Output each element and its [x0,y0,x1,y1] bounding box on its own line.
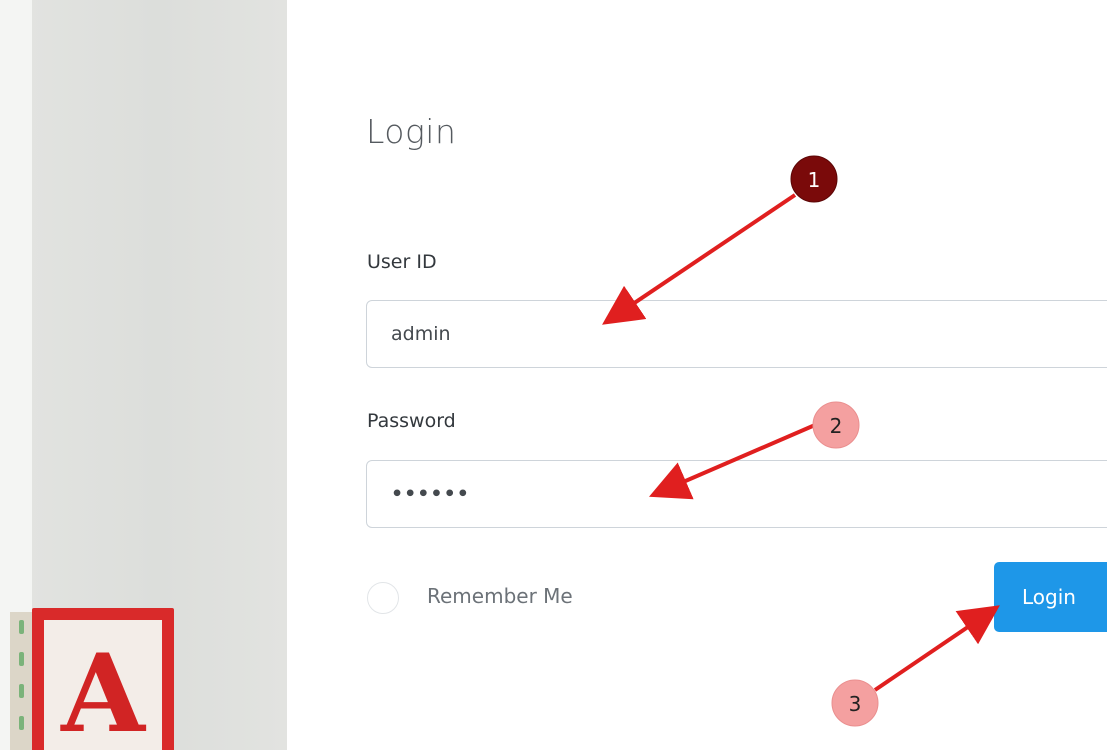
password-input[interactable]: •••••• [366,460,1107,528]
remember-me-label[interactable]: Remember Me [427,584,573,608]
step-badge-1-label: 1 [808,168,821,192]
logo-letter: A [61,631,145,750]
password-mask: •••••• [391,483,470,505]
step-badge-2: 2 [812,401,860,449]
user-id-value: admin [391,323,451,345]
password-label: Password [367,410,456,432]
side-image-panel: A [0,0,287,750]
step-badge-3-label: 3 [849,692,862,716]
login-button-label: Login [1022,585,1076,609]
page-title: Login [366,112,457,151]
step-badge-2-label: 2 [830,414,843,438]
user-id-input[interactable]: admin [366,300,1107,368]
step-badge-1: 1 [790,155,838,203]
logo-side-strip [10,612,32,750]
user-id-label: User ID [367,251,437,273]
arrow-3 [873,605,1000,692]
login-button[interactable]: Login [994,562,1107,632]
step-badge-3: 3 [831,679,879,727]
brand-logo: A [32,608,174,750]
remember-me-checkbox[interactable] [367,582,399,614]
